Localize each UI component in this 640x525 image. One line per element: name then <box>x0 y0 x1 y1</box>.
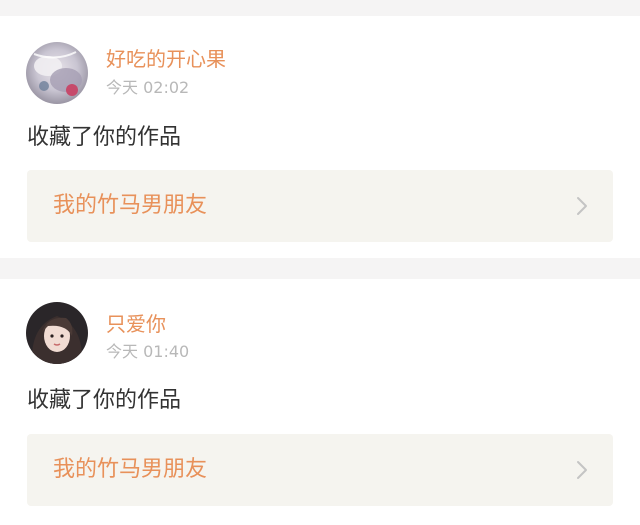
notification-feed: 好吃的开心果 今天 02:02 收藏了你的作品 我的竹马男朋友 只爱你 今天 0… <box>0 0 640 525</box>
timestamp: 今天 02:02 <box>106 78 190 97</box>
avatar[interactable] <box>26 302 88 364</box>
action-text: 收藏了你的作品 <box>27 388 182 413</box>
notification-card: 好吃的开心果 今天 02:02 收藏了你的作品 我的竹马男朋友 <box>0 16 640 258</box>
action-text: 收藏了你的作品 <box>27 125 182 150</box>
avatar[interactable] <box>26 42 88 104</box>
avatar-image <box>26 302 88 364</box>
chevron-right-icon <box>577 461 587 479</box>
notification-card: 只爱你 今天 01:40 收藏了你的作品 我的竹马男朋友 <box>0 279 640 525</box>
avatar-image <box>26 42 88 104</box>
work-title: 我的竹马男朋友 <box>53 457 208 482</box>
username[interactable]: 只爱你 <box>106 312 166 336</box>
timestamp: 今天 01:40 <box>106 342 190 361</box>
chevron-right-icon <box>577 197 587 215</box>
work-link[interactable]: 我的竹马男朋友 <box>27 434 613 506</box>
work-title: 我的竹马男朋友 <box>53 193 208 218</box>
work-link[interactable]: 我的竹马男朋友 <box>27 170 613 242</box>
username[interactable]: 好吃的开心果 <box>106 47 226 71</box>
